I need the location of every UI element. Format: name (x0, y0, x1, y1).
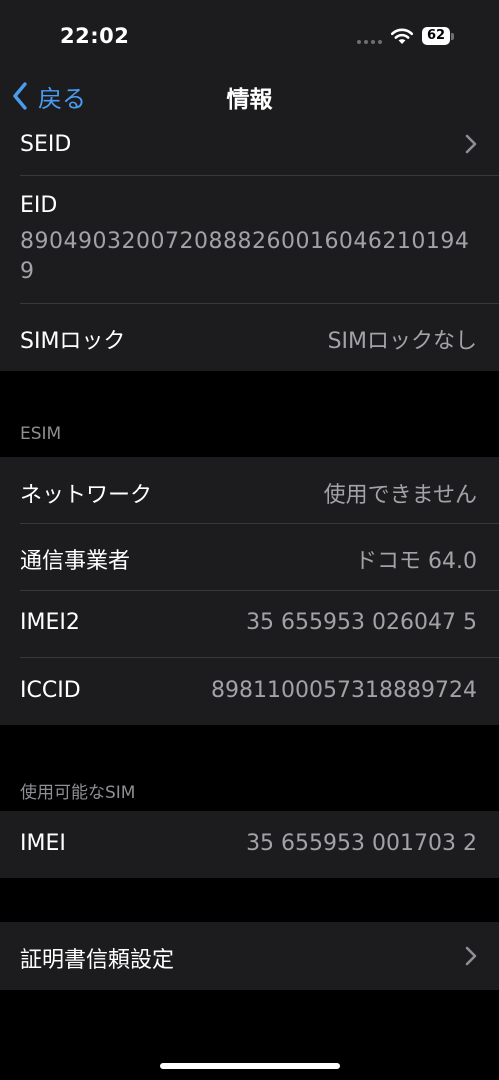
navigation-bar: 戻る 情報 (0, 68, 499, 124)
seid-row[interactable]: SEID (0, 124, 499, 176)
wifi-icon (390, 28, 414, 44)
certificate-group: 証明書信頼設定 (0, 922, 499, 990)
esim-group: ネットワーク 使用できません 通信事業者 ドコモ 64.0 IMEI2 35 6… (0, 457, 499, 725)
network-row: ネットワーク 使用できません (0, 457, 499, 524)
eid-row: EID 89049032007208882600160462101949 (0, 176, 499, 304)
imei-label: IMEI (20, 831, 66, 856)
status-bar: 22:02 62 (0, 0, 499, 68)
imei2-row: IMEI2 35 655953 026047 5 (0, 591, 499, 658)
iccid-row: ICCID 8981100057318889724 (0, 658, 499, 725)
chevron-right-icon (465, 134, 477, 154)
network-value: 使用できません (323, 483, 477, 508)
available-sim-group: IMEI 35 655953 001703 2 (0, 811, 499, 878)
cellular-signal-icon (357, 40, 382, 44)
sim-lock-label: SIMロック (20, 329, 126, 354)
esim-section-header: ESIM (20, 424, 62, 444)
sim-lock-row: SIMロック SIMロックなし (0, 304, 499, 371)
status-time: 22:02 (60, 24, 130, 48)
battery-tip (451, 33, 454, 40)
chevron-right-icon (465, 946, 477, 966)
eid-label: EID (20, 193, 58, 218)
iccid-label: ICCID (20, 678, 81, 703)
device-info-group: SEID EID 8904903200720888260016046210194… (0, 124, 499, 371)
imei2-value: 35 655953 026047 5 (246, 610, 477, 635)
carrier-label: 通信事業者 (20, 549, 131, 574)
certificate-trust-settings-row[interactable]: 証明書信頼設定 (0, 922, 499, 990)
iccid-value: 8981100057318889724 (211, 678, 477, 703)
battery-icon: 62 (422, 27, 450, 45)
network-label: ネットワーク (20, 483, 153, 508)
seid-label: SEID (20, 132, 72, 157)
imei-value: 35 655953 001703 2 (246, 831, 477, 856)
certificate-trust-settings-label: 証明書信頼設定 (20, 948, 175, 973)
sim-lock-value: SIMロックなし (327, 329, 477, 354)
carrier-row: 通信事業者 ドコモ 64.0 (0, 524, 499, 591)
carrier-value: ドコモ 64.0 (355, 549, 477, 574)
home-indicator[interactable] (160, 1063, 340, 1069)
imei-row: IMEI 35 655953 001703 2 (0, 811, 499, 878)
page-title: 情報 (226, 87, 273, 113)
available-sim-section-header: 使用可能なSIM (20, 783, 136, 803)
imei2-label: IMEI2 (20, 610, 80, 635)
eid-value: 89049032007208882600160462101949 (20, 229, 470, 284)
